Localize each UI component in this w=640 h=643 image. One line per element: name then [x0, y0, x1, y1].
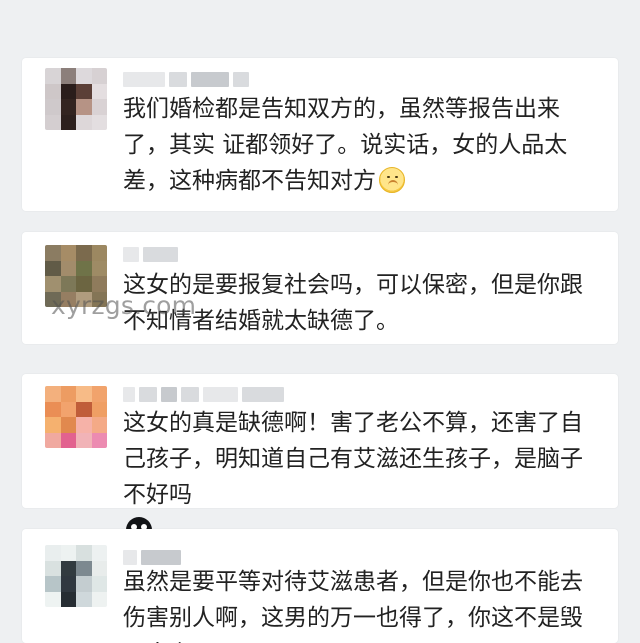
comment-screenshot: 我们婚检都是告知双方的，虽然等报告出来了，其实 证都领好了。说实话，女的人品太差…: [0, 0, 640, 643]
comment-text-content: 虽然是要平等对待艾滋患者，但是你也不能去伤害别人啊，这男的万一也得了，你这不是毁…: [123, 569, 583, 643]
username-blur: [123, 549, 181, 565]
avatar[interactable]: [45, 386, 107, 448]
comment-card: 这女的是要报复社会吗，可以保密，但是你跟不知情者结婚就太缺德了。: [22, 232, 618, 344]
username-blur: [123, 386, 284, 402]
avatar[interactable]: [45, 545, 107, 607]
username-blur: [123, 246, 178, 262]
comment-text-content: 我们婚检都是告知双方的，虽然等报告出来了，其实 证都领好了。说实话，女的人品太差…: [123, 96, 568, 194]
avatar[interactable]: [45, 68, 107, 130]
comment-text: 我们婚检都是告知双方的，虽然等报告出来了，其实 证都领好了。说实话，女的人品太差…: [123, 91, 604, 199]
comment-text: 这女的是要报复社会吗，可以保密，但是你跟不知情者结婚就太缺德了。: [123, 267, 604, 339]
avatar-mosaic: [45, 245, 107, 307]
avatar-mosaic: [45, 68, 107, 130]
username-blur: [123, 71, 249, 87]
avatar[interactable]: [45, 245, 107, 307]
comment-text-content: 这女的真是缺德啊！害了老公不算，还害了自己孩子，明知道自己有艾滋还生孩子，是脑子…: [123, 410, 583, 508]
comment-text: 虽然是要平等对待艾滋患者，但是你也不能去伤害别人啊，这男的万一也得了，你这不是毁…: [123, 564, 604, 643]
avatar-mosaic: [45, 386, 107, 448]
hushed-face-icon: [379, 167, 405, 193]
comment-card: 虽然是要平等对待艾滋患者，但是你也不能去伤害别人啊，这男的万一也得了，你这不是毁…: [22, 529, 618, 643]
comment-card: 我们婚检都是告知双方的，虽然等报告出来了，其实 证都领好了。说实话，女的人品太差…: [22, 58, 618, 211]
avatar-mosaic: [45, 545, 107, 607]
comment-text-content: 这女的是要报复社会吗，可以保密，但是你跟不知情者结婚就太缺德了。: [123, 272, 583, 334]
comment-text: 这女的真是缺德啊！害了老公不算，还害了自己孩子，明知道自己有艾滋还生孩子，是脑子…: [123, 405, 604, 549]
comment-card: 这女的真是缺德啊！害了老公不算，还害了自己孩子，明知道自己有艾滋还生孩子，是脑子…: [22, 374, 618, 543]
